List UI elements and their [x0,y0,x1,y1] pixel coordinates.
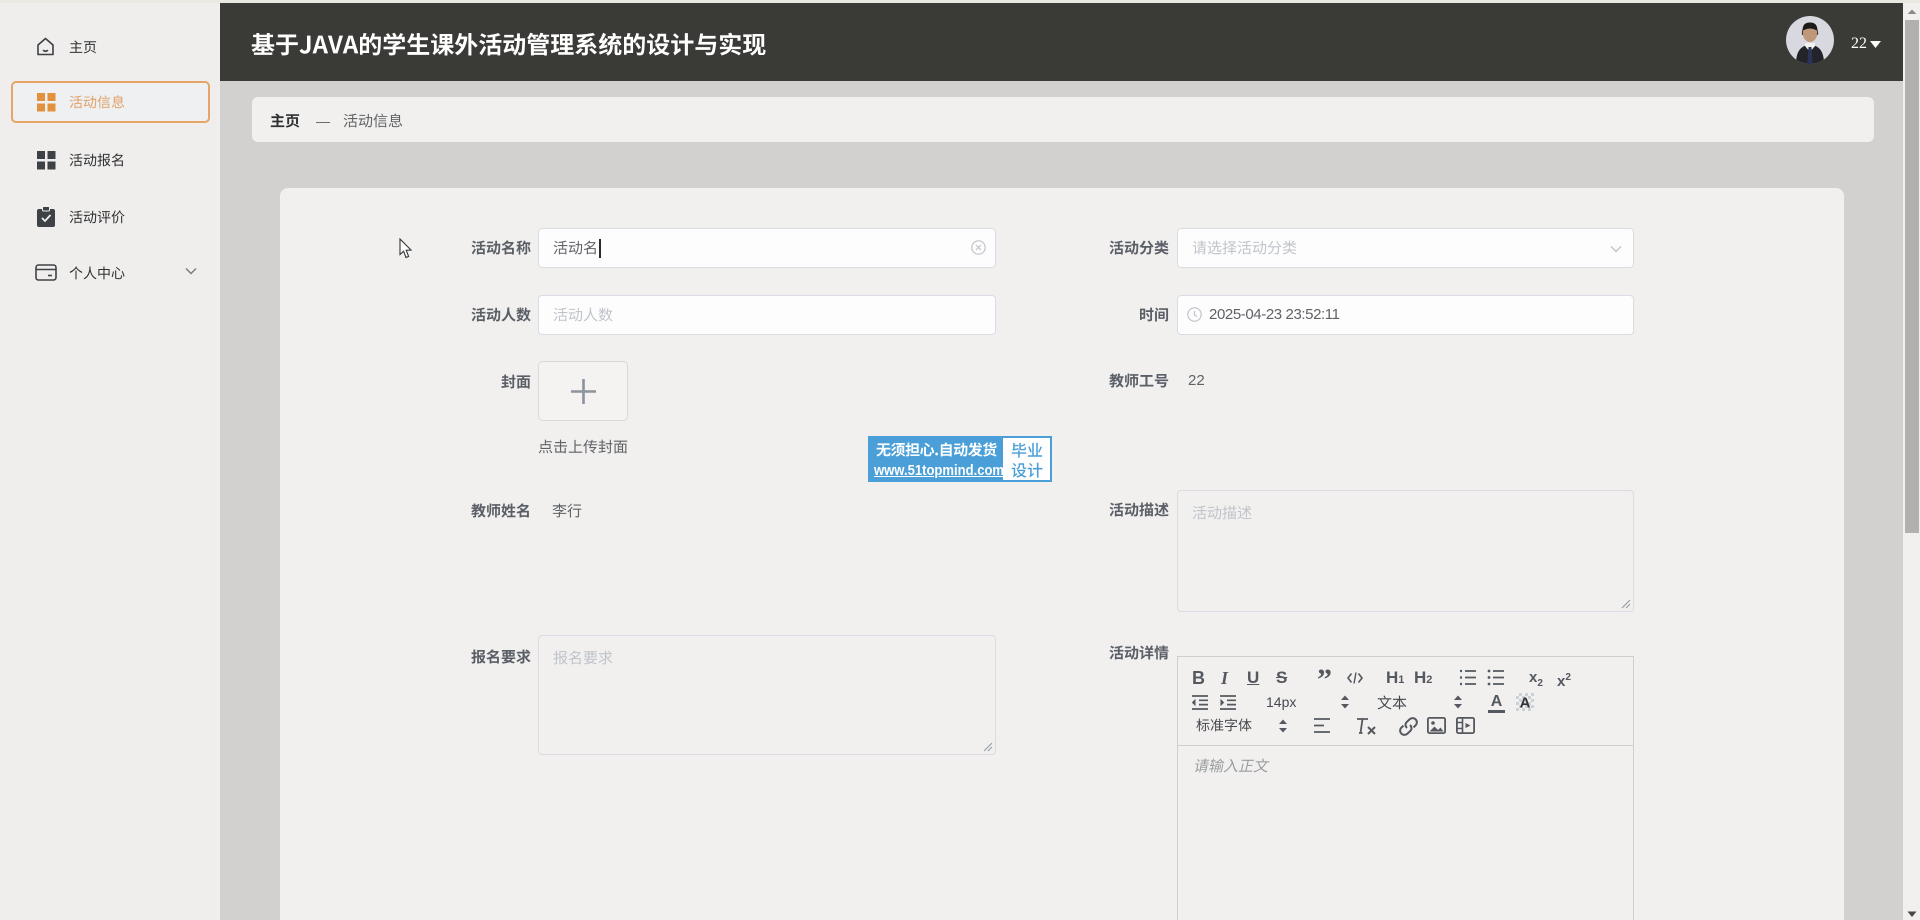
svg-text:A: A [1520,695,1531,712]
